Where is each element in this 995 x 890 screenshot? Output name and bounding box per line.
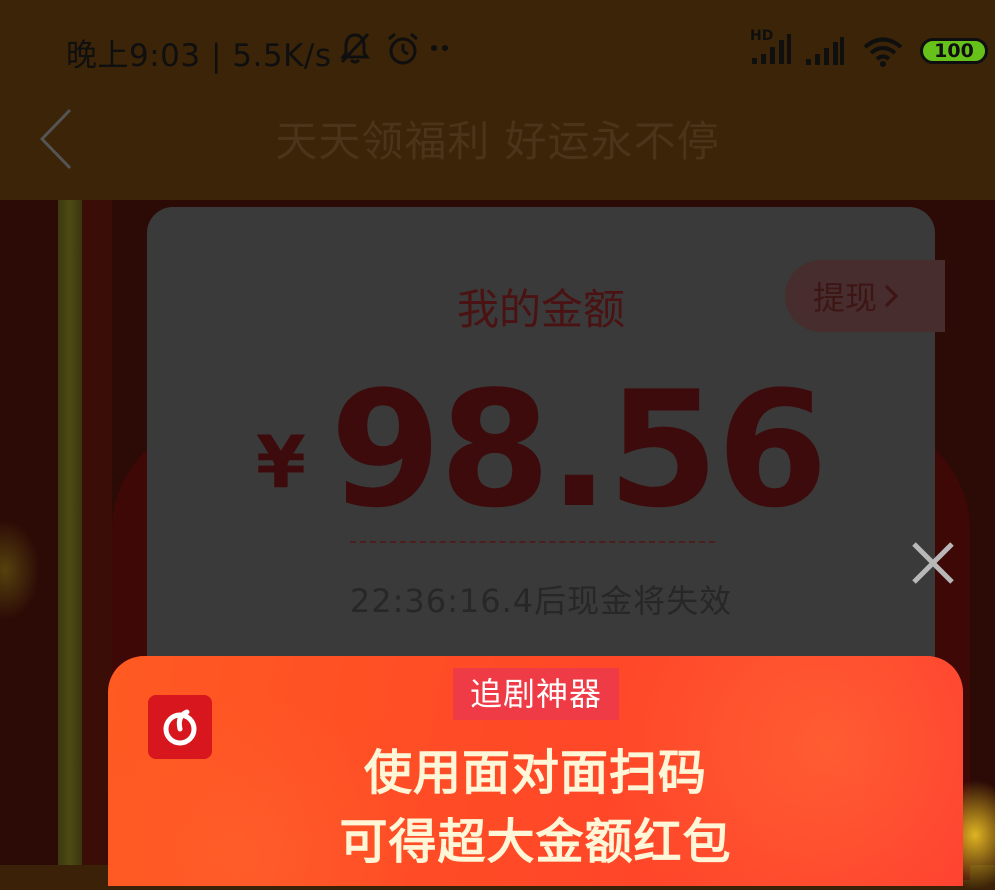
balance-title: 我的金额 [456, 285, 625, 334]
wifi-icon [863, 37, 903, 67]
more-dots-icon [431, 45, 448, 51]
background-stripe [58, 200, 82, 865]
alarm-icon [388, 32, 418, 65]
close-icon[interactable] [906, 536, 960, 590]
battery-icon: 100 [920, 38, 988, 64]
balance-amount-row: ¥98.56 [147, 370, 935, 530]
bell-off-icon [340, 32, 370, 64]
banner-headline-2: 可得超大金额红包 [339, 814, 732, 870]
banner-tag: 追剧神器 [453, 668, 620, 720]
status-time-speed: 晚上9:03 | 5.5K/s [66, 38, 332, 74]
decor-glow-left [0, 520, 40, 620]
balance-amount: 98.56 [330, 356, 828, 543]
currency-symbol: ¥ [255, 420, 306, 504]
divider [350, 541, 715, 543]
expire-countdown: 22:36:16.4后现金将失效 [349, 582, 733, 620]
page-title: 天天领福利 好运永不停 [275, 117, 720, 166]
signal-icon-1: HD [750, 28, 792, 66]
signal-icon-2 [806, 37, 844, 65]
banner-headline-1: 使用面对面扫码 [363, 745, 707, 801]
battery-level: 100 [934, 40, 974, 62]
